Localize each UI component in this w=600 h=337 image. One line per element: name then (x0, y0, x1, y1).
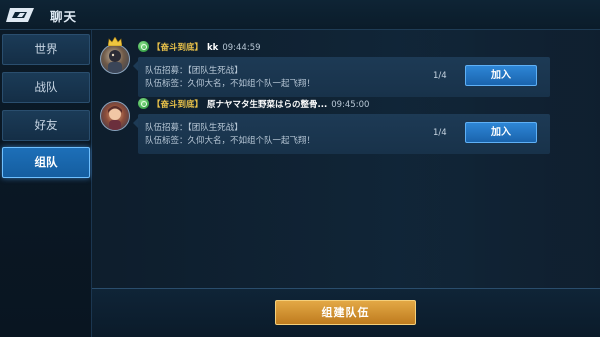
team-member-count: 1/4 (433, 128, 447, 138)
player-name[interactable]: 原ナヤマタ生野菜はらの整骨... (207, 100, 327, 110)
guild-tag: 【奋斗到底】 (152, 43, 204, 53)
back-arrow-icon (6, 8, 34, 22)
chat-message-list: 【奋斗到底】 kk 09:44:59 队伍招募：【团队生死战】 队伍标签：久仰大名，… (92, 30, 600, 288)
join-button[interactable]: 加入 (465, 65, 537, 86)
create-team-button[interactable]: 组建队伍 (275, 300, 416, 325)
player-name[interactable]: kk (207, 43, 218, 53)
top-bar: 聊天 (0, 0, 600, 30)
avatar[interactable] (100, 44, 130, 74)
avatar-image (108, 50, 122, 73)
team-recruit-text: 队伍招募：【团队生死战】 (145, 123, 243, 133)
sidebar-item-team[interactable]: 组队 (2, 147, 90, 178)
bottom-bar: 组建队伍 (92, 288, 600, 337)
sidebar-item-clan[interactable]: 战队 (2, 72, 90, 103)
sidebar-item-world[interactable]: 世界 (2, 34, 90, 65)
back-button[interactable] (6, 4, 40, 26)
message-header: 【奋斗到底】 原ナヤマタ生野菜はらの整骨... 09:45:00 (138, 97, 369, 113)
team-tag-text: 队伍标签：久仰大名，不如组个队一起飞翔！ (145, 136, 316, 146)
team-member-count: 1/4 (433, 71, 447, 81)
list-item: 【奋斗到底】 原ナヤマタ生野菜はらの整骨... 09:45:00 队伍招募：【团队生… (92, 97, 600, 163)
team-recruit-text: 队伍招募：【团队生死战】 (145, 66, 243, 76)
sidebar-item-friends[interactable]: 好友 (2, 110, 90, 141)
guild-badge-icon (138, 41, 149, 52)
guild-tag: 【奋斗到底】 (152, 100, 204, 110)
message-header: 【奋斗到底】 kk 09:44:59 (138, 40, 261, 56)
crown-icon (108, 37, 122, 46)
join-button[interactable]: 加入 (465, 122, 537, 143)
message-time: 09:44:59 (222, 43, 261, 53)
team-tag-text: 队伍标签：久仰大名，不如组个队一起飞翔！ (145, 79, 316, 89)
guild-badge-icon (138, 98, 149, 109)
page-title: 聊天 (50, 9, 78, 24)
avatar[interactable] (100, 101, 130, 131)
team-invite-card: 队伍招募：【团队生死战】 队伍标签：久仰大名，不如组个队一起飞翔！ 1/4 加入 (133, 57, 550, 97)
team-invite-card: 队伍招募：【团队生死战】 队伍标签：久仰大名，不如组个队一起飞翔！ 1/4 加入 (133, 114, 550, 154)
avatar-image (108, 106, 122, 130)
sidebar: 世界 战队 好友 组队 (0, 30, 92, 337)
message-time: 09:45:00 (331, 100, 370, 110)
chat-screen: 聊天 世界 战队 好友 组队 【奋斗到底】 kk 09:44:59 队伍招募：【… (0, 0, 600, 337)
